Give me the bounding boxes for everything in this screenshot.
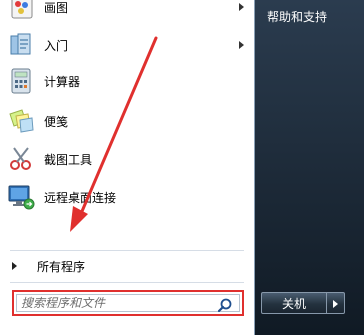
separator — [10, 282, 244, 283]
help-and-support-link[interactable]: 帮助和支持 — [267, 8, 327, 25]
program-label: 计算器 — [44, 74, 81, 89]
program-label: 入门 — [44, 38, 69, 53]
getting-started-icon — [6, 30, 36, 60]
paint-icon — [6, 0, 36, 22]
all-programs-label: 所有程序 — [37, 259, 86, 274]
search-field[interactable] — [16, 294, 240, 314]
shutdown-group: 关机 — [261, 292, 349, 314]
program-label: 截图工具 — [44, 152, 93, 167]
sticky-notes-icon — [6, 106, 36, 136]
snipping-tool-icon — [6, 144, 36, 174]
submenu-arrow-icon[interactable] — [239, 3, 244, 11]
expand-arrow-icon — [12, 262, 17, 270]
submenu-arrow-icon[interactable] — [239, 41, 244, 49]
program-sticky-notes[interactable]: 便笺 — [4, 104, 248, 138]
program-getting-started[interactable]: 入门 — [4, 28, 248, 62]
program-label: 画图 — [44, 0, 69, 15]
search-highlight-box — [12, 290, 244, 316]
remote-desktop-icon — [6, 182, 36, 212]
shutdown-button[interactable]: 关机 — [261, 292, 327, 314]
search-input[interactable] — [21, 295, 211, 311]
program-snipping-tool[interactable]: 截图工具 — [4, 142, 248, 176]
program-label: 便笺 — [44, 114, 69, 129]
program-label: 远程桌面连接 — [44, 190, 117, 205]
program-remote-desktop[interactable]: 远程桌面连接 — [4, 180, 248, 214]
program-paint[interactable]: 画图 — [4, 0, 248, 24]
all-programs-button[interactable]: 所有程序 — [4, 254, 248, 278]
start-menu-right-pane: 帮助和支持 关机 — [255, 0, 364, 335]
program-calculator[interactable]: 计算器 — [4, 64, 248, 98]
separator — [10, 250, 244, 251]
start-menu-programs-pane: 画图 入门 计算器 便笺 截图工具 远程桌面连接 所有程序 搜索程序和文件 — [0, 0, 255, 335]
shutdown-options-arrow-icon[interactable] — [327, 292, 345, 314]
search-icon[interactable] — [217, 296, 237, 314]
calculator-icon — [6, 66, 36, 96]
